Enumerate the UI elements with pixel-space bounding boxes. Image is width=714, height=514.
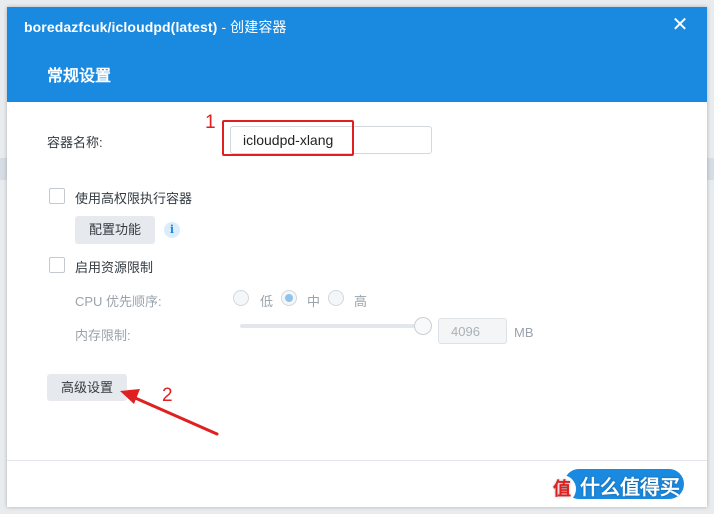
watermark-logo-icon: 值 — [548, 474, 576, 503]
arrow-annotation-icon — [120, 389, 219, 436]
watermark: 值什么值得买 — [548, 471, 708, 507]
watermark-text: 什么值得买 — [580, 477, 680, 499]
